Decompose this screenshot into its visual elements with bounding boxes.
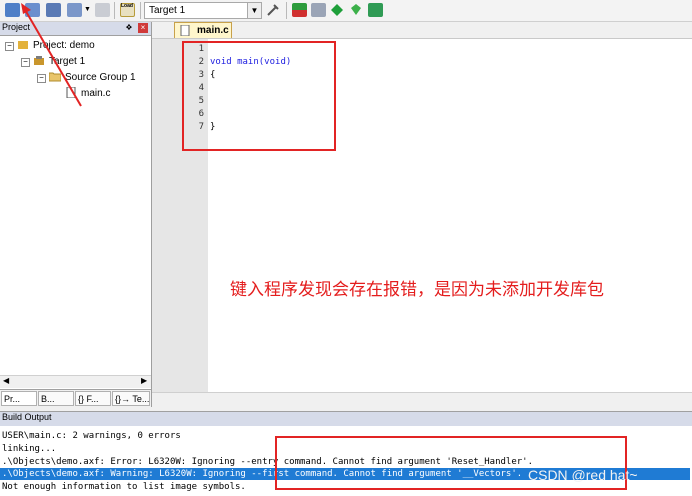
project-panel-title: Project: [2, 22, 31, 32]
tab-main-c[interactable]: main.c: [174, 22, 232, 38]
tab-functions[interactable]: {} F...: [75, 391, 111, 406]
options-for-target-icon[interactable]: [266, 3, 281, 17]
tree-item-target[interactable]: Target 1: [49, 56, 85, 67]
tree-item-file[interactable]: main.c: [81, 88, 110, 99]
tab-functions-label: {} F...: [78, 394, 99, 404]
close-icon[interactable]: ×: [138, 23, 148, 33]
annotation-text: 键入程序发现会存在报错，是因为未添加开发库包: [230, 280, 604, 299]
pack-installer-icon[interactable]: [368, 3, 383, 17]
tab-books-label: B...: [41, 394, 55, 404]
target-select[interactable]: Target 1 ▼: [144, 2, 262, 19]
collapse-toggle[interactable]: −: [5, 42, 14, 51]
watermark: CSDN @red hat~: [528, 467, 638, 483]
manage-rte-icon[interactable]: [349, 3, 364, 17]
tab-main-c-label: main.c: [197, 25, 229, 36]
chevron-down-icon[interactable]: ▼: [84, 6, 91, 13]
horizontal-scrollbar[interactable]: ◀ ▶: [0, 375, 151, 388]
file-extensions-icon[interactable]: [311, 3, 326, 17]
project-panel-tabs: Pr... B... {} F... {}→ Te...: [0, 389, 151, 408]
build-icon[interactable]: [25, 3, 40, 17]
annotation-box-code: [182, 41, 336, 151]
project-panel-header: Project ❖ ×: [0, 22, 151, 36]
target-select-value: Target 1: [149, 5, 186, 16]
folder-icon: [48, 71, 62, 82]
chevron-down-icon[interactable]: ▼: [247, 3, 261, 18]
load-label: Load: [121, 3, 133, 9]
manage-project-icon[interactable]: [292, 3, 307, 17]
project-panel: Project ❖ × − Project: demo − Target 1 −…: [0, 22, 152, 408]
select-packs-icon[interactable]: [330, 3, 345, 17]
tab-project-label: Pr...: [4, 394, 21, 404]
pin-icon[interactable]: ❖: [124, 23, 134, 33]
build-output-title: Build Output: [2, 412, 52, 422]
translate-icon[interactable]: [5, 3, 20, 17]
tree-item-source-group[interactable]: Source Group 1: [65, 72, 136, 83]
editor-status-strip: [152, 392, 692, 408]
collapse-toggle[interactable]: −: [21, 58, 30, 67]
load-icon[interactable]: Load: [120, 3, 135, 17]
project-icon: [17, 39, 29, 50]
tab-templates-label: {}→ Te...: [115, 394, 150, 404]
scroll-left-icon[interactable]: ◀: [3, 376, 9, 385]
tab-project[interactable]: Pr...: [1, 391, 37, 406]
stop-build-icon[interactable]: [95, 3, 110, 17]
target-icon: [33, 55, 45, 66]
c-file-icon: [180, 24, 190, 39]
build-output-header: Build Output: [0, 411, 692, 427]
tab-books[interactable]: B...: [38, 391, 74, 406]
collapse-toggle[interactable]: −: [37, 74, 46, 83]
rebuild-icon[interactable]: [46, 3, 61, 17]
editor-tab-bar: main.c: [152, 22, 692, 39]
scroll-right-icon[interactable]: ▶: [141, 376, 147, 385]
tab-templates[interactable]: {}→ Te...: [112, 391, 150, 406]
batch-build-icon[interactable]: [67, 3, 82, 17]
c-file-icon: [65, 86, 77, 99]
toolbar: ▼ Load Target 1 ▼: [0, 0, 692, 22]
tree-item-project[interactable]: Project: demo: [33, 40, 95, 51]
